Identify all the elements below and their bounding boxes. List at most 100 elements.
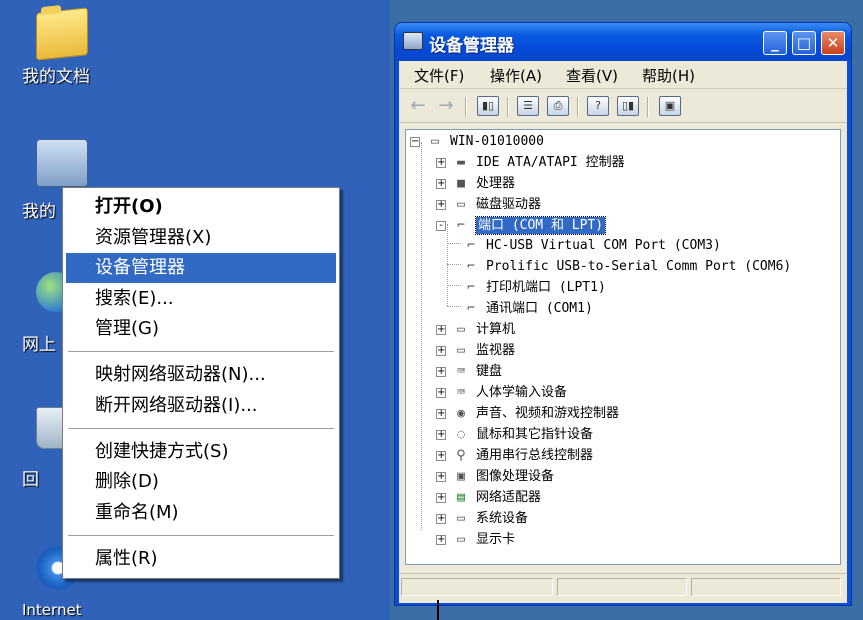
disk-drive-icon: ▭: [457, 197, 465, 212]
collapse-icon[interactable]: -: [436, 221, 446, 231]
help-icon[interactable]: ?: [587, 96, 609, 116]
menu-item-map-network-drive[interactable]: 映射网络驱动器(N)...: [66, 360, 336, 390]
tree-device-label: 通讯端口 (COM1): [486, 301, 593, 316]
toolbar-separator: [647, 97, 649, 117]
tree-device-label: HC-USB Virtual COM Port (COM3): [486, 238, 721, 253]
menu-item-manage[interactable]: 管理(G): [66, 314, 336, 344]
display-adapter-icon: ▭: [457, 532, 465, 547]
show-pane-icon[interactable]: ▯▮: [617, 96, 639, 116]
expand-icon[interactable]: +: [436, 367, 446, 377]
tree-category-label-selected: 端口 (COM 和 LPT): [474, 216, 607, 235]
tree-device-label: 打印机端口 (LPT1): [486, 280, 606, 295]
tree-connector: [447, 306, 461, 307]
menu-bar: 文件(F) 操作(A) 查看(V) 帮助(H): [399, 61, 847, 89]
menu-item-create-shortcut[interactable]: 创建快捷方式(S): [66, 437, 336, 467]
back-arrow-icon[interactable]: ←: [407, 96, 429, 116]
show-hide-tree-icon[interactable]: ▮▯: [477, 96, 499, 116]
tree-root-label: WIN-01010000: [450, 134, 544, 149]
forward-arrow-icon[interactable]: →: [435, 96, 457, 116]
tree-device-label: Prolific USB-to-Serial Comm Port (COM6): [486, 259, 792, 274]
close-button[interactable]: ✕: [821, 31, 845, 55]
menu-item-delete[interactable]: 删除(D): [66, 467, 336, 497]
minimize-button[interactable]: _: [763, 31, 787, 55]
expand-icon[interactable]: +: [436, 200, 446, 210]
scan-hardware-icon[interactable]: ▣: [659, 96, 681, 116]
menu-file[interactable]: 文件(F): [414, 65, 464, 86]
menu-item-disconnect-network-drive[interactable]: 断开网络驱动器(I)...: [66, 391, 336, 421]
my-computer-icon: [36, 139, 88, 187]
port-connector-icon: ⌐: [467, 280, 475, 295]
toolbar: ← → ▮▯ ☰ ⎙ ? ▯▮ ▣: [399, 91, 847, 123]
expand-icon[interactable]: +: [436, 388, 446, 398]
expand-icon[interactable]: +: [436, 493, 446, 503]
tree-category-label: 鼠标和其它指针设备: [476, 427, 594, 442]
window-client-area: 文件(F) 操作(A) 查看(V) 帮助(H) ← → ▮▯ ☰ ⎙ ? ▯▮ …: [399, 61, 847, 603]
window-title: 设备管理器: [429, 36, 514, 56]
expand-icon[interactable]: +: [436, 409, 446, 419]
menu-separator: [68, 535, 334, 536]
expand-icon[interactable]: +: [436, 451, 446, 461]
desktop-icon-label: Internet: [22, 601, 82, 619]
menu-separator: [68, 428, 334, 429]
tree-connector: [447, 243, 461, 244]
expand-icon[interactable]: +: [436, 514, 446, 524]
ide-controller-icon: ▬: [457, 155, 465, 170]
expand-icon[interactable]: +: [436, 325, 446, 335]
menu-action[interactable]: 操作(A): [490, 65, 542, 86]
device-tree: − ▭ WIN-01010000 + ▬ IDE ATA/ATAPI 控制器 +…: [405, 129, 841, 565]
tree-category-label: 监视器: [476, 343, 516, 358]
menu-item-properties[interactable]: 属性(R): [66, 544, 336, 574]
title-bar[interactable]: 设备管理器 _ □ ✕: [395, 23, 851, 61]
tree-category-label: 通用串行总线控制器: [476, 448, 594, 463]
tree-connector: [447, 285, 461, 286]
expand-icon[interactable]: +: [436, 346, 446, 356]
usb-icon: ⚲: [456, 448, 466, 463]
computer-icon: ▭: [457, 322, 465, 337]
context-menu: 打开(O) 资源管理器(X) 设备管理器 搜索(E)... 管理(G) 映射网络…: [62, 187, 340, 579]
keyboard-icon: ⌨: [457, 364, 465, 379]
properties-icon[interactable]: ☰: [517, 96, 539, 116]
menu-item-rename[interactable]: 重命名(M): [66, 498, 336, 528]
port-connector-icon: ⌐: [467, 259, 475, 274]
status-cell: [401, 578, 553, 596]
processor-chip-icon: ■: [457, 176, 465, 191]
computer-icon: ▭: [431, 134, 439, 149]
expand-icon[interactable]: +: [436, 535, 446, 545]
port-connector-icon: ⌐: [467, 301, 475, 316]
menu-view[interactable]: 查看(V): [566, 65, 618, 86]
tree-category-label: 磁盘驱动器: [476, 197, 542, 212]
port-connector-icon: ⌐: [467, 238, 475, 253]
tree-category-label: 键盘: [476, 364, 503, 379]
mouse-icon: ◌: [457, 427, 465, 442]
device-manager-window: 设备管理器 _ □ ✕ 文件(F) 操作(A) 查看(V) 帮助(H) ← → …: [394, 22, 852, 606]
menu-help[interactable]: 帮助(H): [642, 65, 695, 86]
desktop-icon-my-documents[interactable]: 我的文档: [0, 0, 96, 90]
expand-icon[interactable]: +: [436, 158, 446, 168]
print-icon[interactable]: ⎙: [547, 96, 569, 116]
menu-item-open[interactable]: 打开(O): [66, 192, 336, 222]
tree-category-label: 处理器: [476, 176, 516, 191]
menu-item-explorer[interactable]: 资源管理器(X): [66, 223, 336, 253]
maximize-button[interactable]: □: [792, 31, 816, 55]
network-adapter-icon: ▤: [457, 490, 465, 505]
toolbar-separator: [465, 97, 467, 117]
tree-category-label: 显示卡: [476, 532, 516, 547]
device-manager-app-icon: [403, 32, 423, 50]
toolbar-separator: [577, 97, 579, 117]
collapse-icon[interactable]: −: [410, 137, 420, 147]
expand-icon[interactable]: +: [436, 179, 446, 189]
tree-category-label: 图像处理设备: [476, 469, 555, 484]
tree-category-label: 网络适配器: [476, 490, 542, 505]
desktop-icon-label: 回: [22, 470, 39, 490]
expand-icon[interactable]: +: [436, 430, 446, 440]
menu-item-device-manager[interactable]: 设备管理器: [66, 253, 336, 283]
tree-category-label: 系统设备: [476, 511, 529, 526]
menu-item-search[interactable]: 搜索(E)...: [66, 284, 336, 314]
desktop-icon-label: 我的文档: [22, 67, 90, 87]
status-cell: [557, 578, 687, 596]
port-connector-icon: ⌐: [457, 218, 465, 233]
expand-icon[interactable]: +: [436, 472, 446, 482]
hid-device-icon: ⌨: [457, 385, 465, 400]
tree-connector: [447, 264, 461, 265]
sound-icon: ◉: [457, 406, 465, 421]
